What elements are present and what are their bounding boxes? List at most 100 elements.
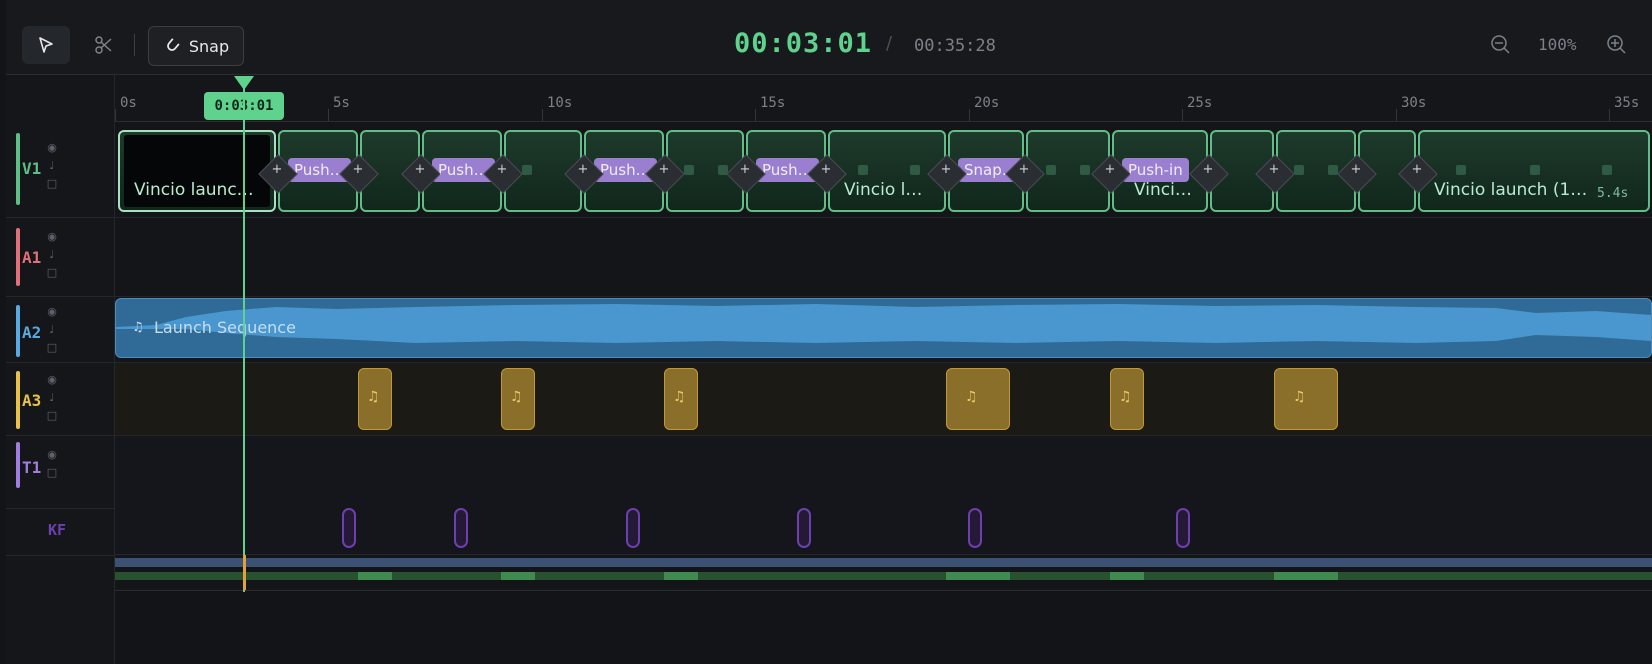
speaker-icon: ♫ (965, 389, 978, 405)
track-header-a2[interactable]: A2 ◉ ♩ □ (6, 297, 114, 363)
track-header-v1[interactable]: V1 ◉ ♩ □ (6, 121, 114, 218)
speaker-icon: ♫ (510, 389, 523, 405)
sfx-clip[interactable]: ♫ (1274, 368, 1338, 430)
keyframe-marker[interactable] (968, 508, 982, 548)
speaker-icon: ♫ (673, 389, 686, 405)
tick-label: 10s (547, 95, 573, 111)
audio-clip[interactable] (115, 298, 1652, 358)
lane-a3[interactable] (115, 363, 1652, 436)
clip-marker (1602, 165, 1612, 175)
plus-icon: + (496, 162, 508, 177)
ruler-tick (1609, 109, 1610, 121)
track-name: A1 (22, 248, 42, 267)
plus-icon: + (1018, 162, 1030, 177)
playhead-line[interactable] (243, 80, 245, 592)
plus-icon: + (658, 162, 670, 177)
toolbar-divider (134, 34, 135, 56)
lane-a1[interactable] (115, 218, 1652, 297)
ruler-tick (115, 109, 116, 121)
ruler-tick (755, 109, 756, 121)
clip-marker (1530, 165, 1540, 175)
lock-icon[interactable]: □ (42, 409, 62, 423)
mini-highlight (1110, 572, 1144, 580)
lock-icon[interactable]: □ (42, 266, 62, 280)
sfx-clip[interactable]: ♫ (1110, 368, 1144, 430)
mini-highlight (946, 572, 1010, 580)
lock-icon[interactable]: □ (42, 466, 62, 480)
current-timecode: 00:03:01 (734, 28, 873, 59)
mini-highlight (358, 572, 392, 580)
video-clip[interactable]: Vincio launc… (118, 130, 276, 212)
track-name: A3 (22, 391, 42, 410)
sfx-clip[interactable]: ♫ (946, 368, 1010, 430)
clip-marker (1080, 165, 1090, 175)
mini-playhead[interactable] (243, 555, 246, 590)
eye-icon[interactable]: ◉ (42, 141, 62, 155)
keyframe-marker[interactable] (342, 508, 356, 548)
track-header-t1[interactable]: T1 ◉ □ (6, 436, 114, 509)
plus-icon: + (577, 162, 589, 177)
mini-highlight (501, 572, 535, 580)
eye-icon[interactable]: ◉ (42, 373, 62, 387)
track-header-kf[interactable]: KF (6, 509, 114, 556)
clip-label: Vinci… (1134, 180, 1192, 200)
total-timecode: 00:35:28 (914, 36, 996, 56)
sfx-clip[interactable]: ♫ (358, 368, 392, 430)
clip-duration: 5.4s (1597, 186, 1629, 201)
eye-icon[interactable]: ◉ (42, 448, 62, 462)
cursor-icon (39, 37, 53, 53)
track-header-a3[interactable]: A3 ◉ ♩ □ (6, 363, 114, 436)
plus-icon: + (352, 162, 364, 177)
plus-icon: + (414, 162, 426, 177)
sfx-clip[interactable]: ♫ (664, 368, 698, 430)
select-tool-button[interactable] (22, 26, 70, 64)
speaker-icon: ♫ (132, 320, 144, 335)
speaker-icon: ♫ (1293, 389, 1306, 405)
track-name: V1 (22, 159, 42, 178)
eye-icon[interactable]: ◉ (42, 305, 62, 319)
razor-tool-button[interactable] (80, 26, 128, 64)
timecode-separator: / (886, 33, 893, 54)
track-name: T1 (22, 458, 42, 477)
clip-marker (684, 165, 694, 175)
scissors-icon (95, 36, 112, 54)
track-header-a1[interactable]: A1 ◉ ♩ □ (6, 218, 114, 297)
speaker-icon[interactable]: ♩ (42, 248, 62, 262)
mini-highlight (1274, 572, 1338, 580)
toolbar: Snap 00:03:01 / 00:35:28 100% (6, 0, 1652, 75)
lock-icon[interactable]: □ (42, 341, 62, 355)
eye-icon[interactable]: ◉ (42, 230, 62, 244)
tick-label: 5s (333, 95, 350, 111)
mini-video-bar (115, 558, 1652, 567)
clip-marker (858, 165, 868, 175)
keyframe-marker[interactable] (1176, 508, 1190, 548)
tick-label: 30s (1401, 95, 1427, 111)
snap-button[interactable]: Snap (148, 26, 244, 66)
playhead-handle[interactable] (234, 76, 254, 90)
snap-label: Snap (188, 36, 230, 56)
tick-label: 20s (974, 95, 1000, 111)
ruler-tick (542, 109, 543, 121)
speaker-icon[interactable]: ♩ (42, 159, 62, 173)
speaker-icon[interactable]: ♩ (42, 323, 62, 337)
zoom-level: 100% (1538, 35, 1577, 54)
clip-label: Vincio launc… (134, 180, 254, 200)
track-color-bar (16, 305, 20, 357)
zoom-in-button[interactable] (1602, 30, 1632, 60)
speaker-icon[interactable]: ♩ (42, 391, 62, 405)
tick-label: 25s (1187, 95, 1213, 111)
tick-label: 35s (1614, 95, 1640, 111)
transition-label[interactable]: Push-in (1122, 158, 1189, 182)
track-headers: V1 ◉ ♩ □ A1 ◉ ♩ □ A2 ◉ ♩ □ A3 ◉ ♩ □ T1 ◉… (6, 75, 115, 664)
plus-icon: + (820, 162, 832, 177)
zoom-out-button[interactable] (1486, 30, 1516, 60)
time-ruler[interactable]: 0s 5s 10s 15s 20s 25s 30s 35s (115, 75, 1652, 122)
sfx-clip[interactable]: ♫ (501, 368, 535, 430)
keyframe-marker[interactable] (454, 508, 468, 548)
keyframe-marker[interactable] (626, 508, 640, 548)
keyframe-marker[interactable] (797, 508, 811, 548)
ruler-tick (1182, 109, 1183, 121)
lock-icon[interactable]: □ (42, 177, 62, 191)
magnet-icon (166, 38, 180, 51)
clip-marker (1456, 165, 1466, 175)
